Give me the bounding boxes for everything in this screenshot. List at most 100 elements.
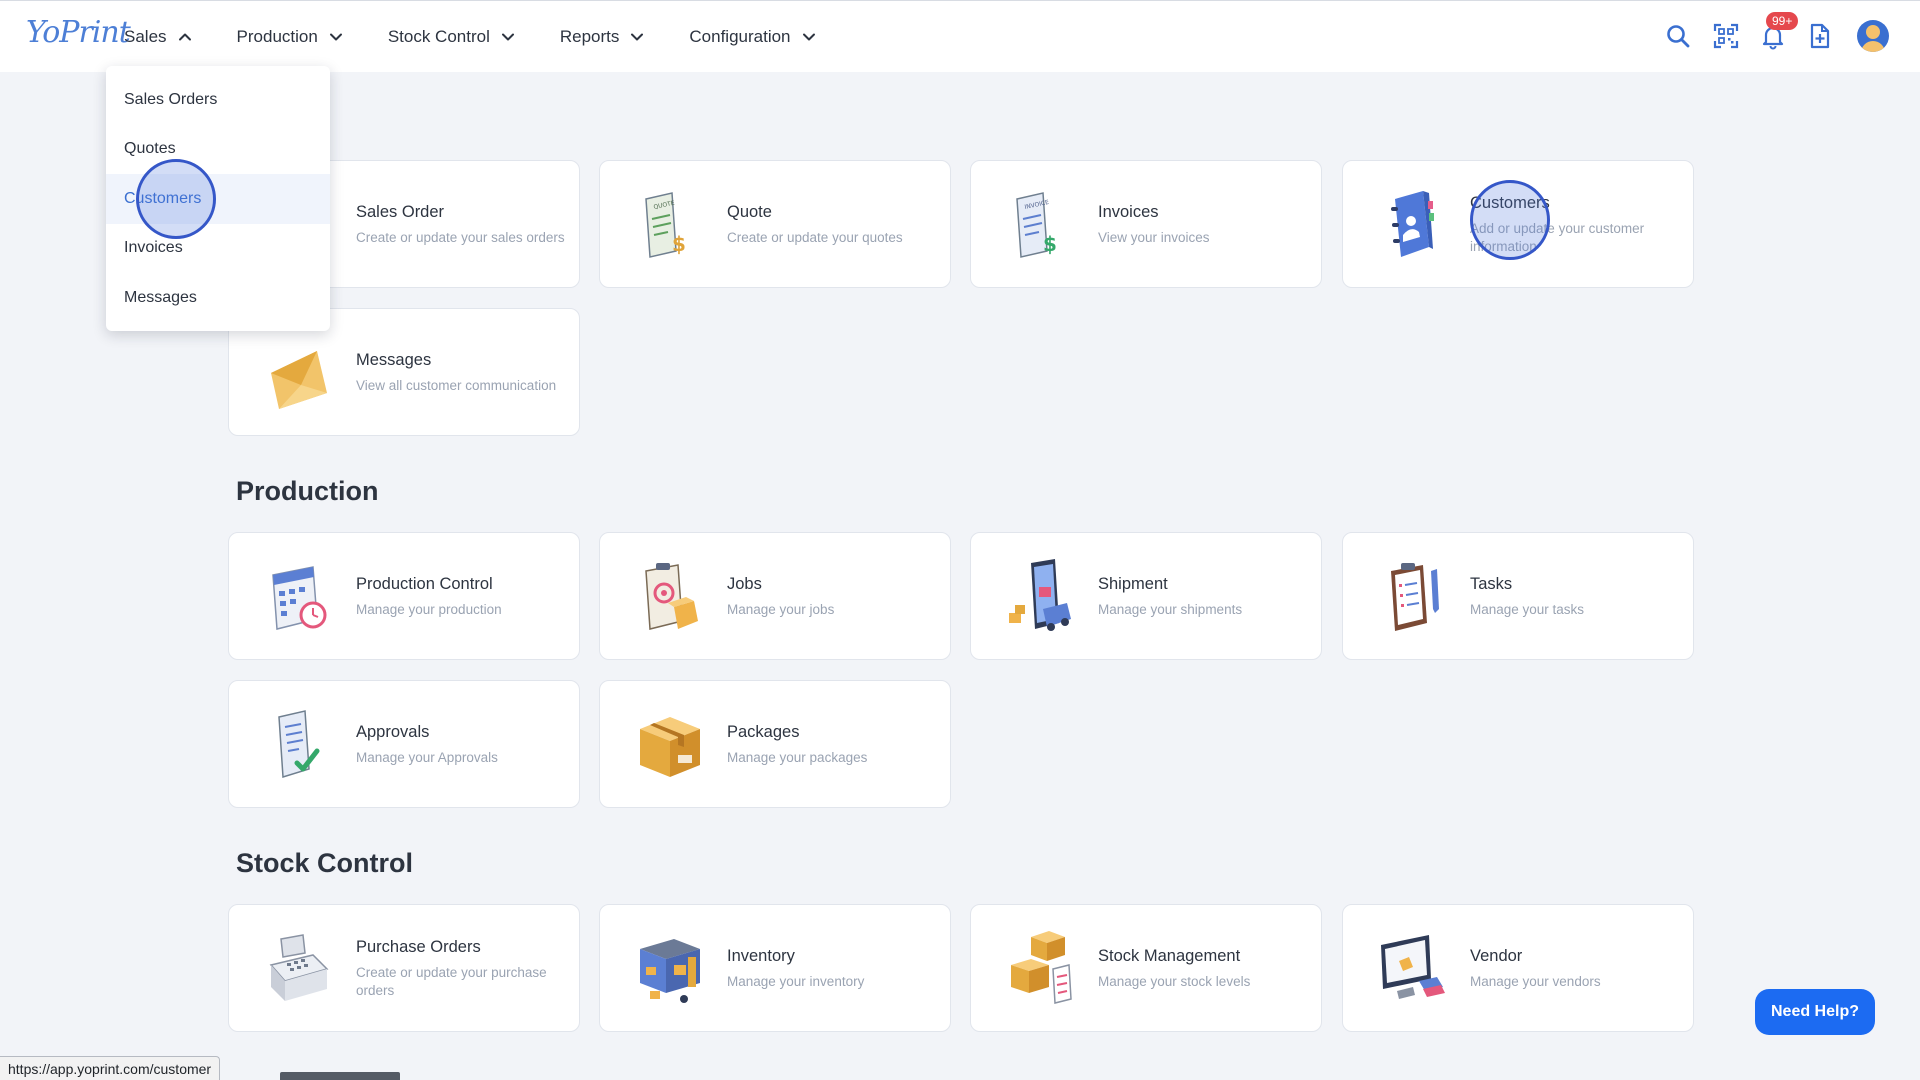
card-title: Production Control [356,575,493,593]
section-title-production: Production [236,476,379,506]
nav-stock-control[interactable]: Stock Control [388,27,516,47]
card-title: Quote [727,203,772,221]
search-icon[interactable] [1664,22,1692,50]
card-title: Invoices [1098,203,1159,221]
card-description: Add or update your customer information [1470,221,1645,254]
card-text: Vendor Manage your vendors [1470,905,1680,1033]
card-text: Inventory Manage your inventory [727,905,937,1033]
status-bar-url: https://app.yoprint.com/customer [0,1056,221,1080]
quote-document-icon: QUOTE $ [630,185,710,265]
card-text: Shipment Manage your shipments [1098,533,1308,661]
card-jobs[interactable]: Jobs Manage your jobs [599,532,951,660]
card-title: Sales Order [356,203,445,221]
invoice-document-icon: INVOICE $ [1001,185,1081,265]
card-description: View all customer communication [356,378,557,393]
nav-production-label: Production [236,27,318,46]
card-production-control[interactable]: Production Control Manage your productio… [228,532,580,660]
card-title: Tasks [1470,575,1513,593]
card-description: Create or update your quotes [727,230,903,245]
card-description: View your invoices [1098,230,1210,245]
approved-document-icon [259,705,339,785]
card-text: Tasks Manage your tasks [1470,533,1680,661]
nav-production[interactable]: Production [237,27,344,47]
nav-stock-control-label: Stock Control [387,27,490,46]
card-text: Customers Add or update your customer in… [1470,161,1680,289]
card-description: Manage your production [356,602,502,617]
user-avatar[interactable] [1857,20,1889,52]
card-description: Manage your vendors [1470,974,1601,989]
stacked-boxes-icon [1001,929,1081,1009]
card-title: Stock Management [1098,947,1241,965]
card-description: Manage your jobs [727,602,835,617]
chevron-down-icon [329,33,342,41]
card-quote[interactable]: QUOTE $ Quote Create or update your quote… [599,160,951,288]
nav-configuration[interactable]: Configuration [689,27,816,47]
card-title: Approvals [356,723,430,741]
card-shipment[interactable]: Shipment Manage your shipments [970,532,1322,660]
chevron-down-icon [631,33,644,41]
phone-truck-icon [1001,557,1081,637]
warehouse-inventory-icon [630,929,710,1009]
card-vendor[interactable]: Vendor Manage your vendors [1342,904,1694,1032]
menu-item-quotes[interactable]: Quotes [106,125,330,175]
main-nav: Sales Production Stock Control Reports C… [124,1,861,73]
card-customers[interactable]: Customers Add or update your customer in… [1342,160,1694,288]
card-title: Messages [356,351,432,369]
card-purchase-orders[interactable]: Purchase Orders Create or update your pu… [228,904,580,1032]
card-title: Purchase Orders [356,938,481,956]
card-title: Shipment [1098,575,1168,593]
app-logo[interactable]: YoPrint [26,15,131,50]
menu-item-invoices[interactable]: Invoices [106,224,330,274]
need-help-button[interactable]: Need Help? [1755,989,1875,1035]
card-title: Inventory [727,947,795,965]
card-description: Manage your shipments [1098,602,1243,617]
sales-dropdown-menu: Sales Orders Quotes Customers Invoices M… [106,66,330,331]
card-description: Manage your tasks [1470,602,1585,617]
card-packages[interactable]: Packages Manage your packages [599,680,951,808]
svg-text:$: $ [672,232,686,256]
card-stock-management[interactable]: Stock Management Manage your stock level… [970,904,1322,1032]
card-text: Approvals Manage your Approvals [356,681,566,809]
menu-item-sales-orders[interactable]: Sales Orders [106,75,330,125]
chevron-down-icon [501,33,514,41]
card-text: Stock Management Manage your stock level… [1098,905,1308,1033]
nav-configuration-label: Configuration [689,27,791,46]
card-text: Purchase Orders Create or update your pu… [356,905,566,1033]
card-title: Customers [1470,194,1550,212]
notification-badge: 99+ [1766,12,1799,30]
card-tasks[interactable]: Tasks Manage your tasks [1342,532,1694,660]
qr-scan-icon[interactable] [1712,22,1740,50]
menu-item-customers[interactable]: Customers [106,174,330,224]
card-description: Manage your stock levels [1098,974,1251,989]
nav-reports[interactable]: Reports [560,27,646,47]
clipboard-job-icon [630,557,710,637]
top-navigation-bar: YoPrint Sales Production Stock Control R… [0,0,1920,72]
menu-item-messages[interactable]: Messages [106,273,330,323]
card-description: Manage your Approvals [356,750,498,765]
cash-register-icon [259,929,339,1009]
chevron-down-icon [802,33,815,41]
avatar-body [1861,41,1885,52]
monitor-vendor-icon [1373,929,1453,1009]
section-title-stock-control: Stock Control [236,848,414,878]
add-document-icon[interactable] [1806,22,1834,50]
card-description: Manage your inventory [727,974,865,989]
checklist-clipboard-icon [1373,557,1453,637]
nav-sales-label: Sales [124,27,167,46]
avatar-head [1866,25,1880,39]
chevron-up-icon [178,33,191,41]
card-text: Messages View all customer communication [356,309,566,437]
package-box-icon [630,705,710,785]
card-description: Manage your packages [727,750,868,765]
card-text: Production Control Manage your productio… [356,533,566,661]
card-approvals[interactable]: Approvals Manage your Approvals [228,680,580,808]
card-text: Packages Manage your packages [727,681,937,809]
card-title: Jobs [727,575,762,593]
nav-sales[interactable]: Sales [124,27,193,47]
next-section-heading-cutoff [280,1072,400,1080]
card-text: Sales Order Create or update your sales … [356,161,566,289]
card-inventory[interactable]: Inventory Manage your inventory [599,904,951,1032]
envelope-icon [259,333,339,413]
card-text: Invoices View your invoices [1098,161,1308,289]
card-invoices[interactable]: INVOICE $ Invoices View your invoices [970,160,1322,288]
